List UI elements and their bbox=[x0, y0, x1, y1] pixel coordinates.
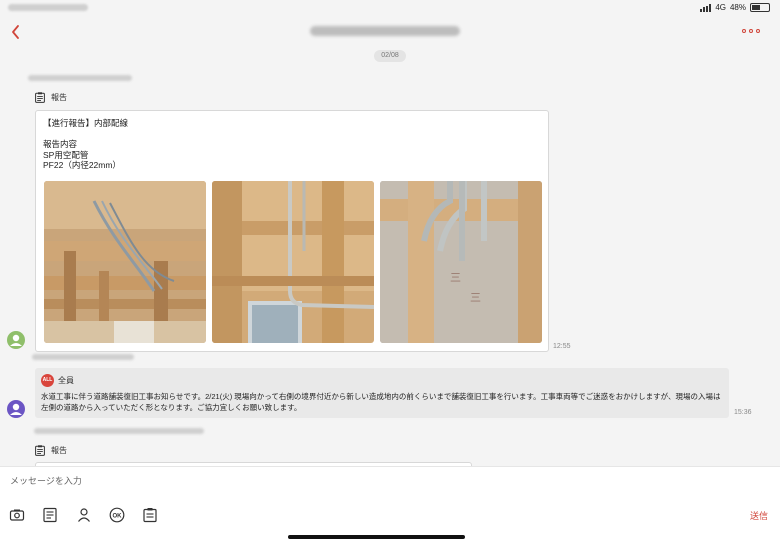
report-header: 報告 bbox=[35, 445, 67, 456]
more-dot-icon bbox=[742, 29, 746, 33]
network-type: 4G bbox=[715, 3, 726, 12]
message-input[interactable] bbox=[10, 476, 610, 486]
sender-name-blurred bbox=[28, 75, 132, 81]
battery-percent: 48% bbox=[729, 3, 746, 12]
send-button[interactable]: 送信 bbox=[750, 509, 768, 522]
sender-name-blurred bbox=[32, 354, 134, 360]
report-icon bbox=[35, 445, 45, 456]
all-members-badge: ALL bbox=[41, 374, 54, 387]
notice-message-bubble[interactable]: ALL 全員 水道工事に伴う道路舗装復旧工事お知らせです。2/21(火) 現場向… bbox=[35, 368, 729, 418]
report-photo[interactable] bbox=[212, 181, 374, 343]
report-icon bbox=[35, 92, 45, 103]
report-message-card[interactable]: 【進行報告】内部配線 報告内容 SP用空配管 PF22（内径22mm） 三 三 bbox=[35, 110, 549, 352]
home-indicator[interactable] bbox=[288, 535, 465, 539]
report-text: 【進行報告】内部配線 報告内容 SP用空配管 PF22（内径22mm） bbox=[43, 118, 128, 171]
audience-label: 全員 bbox=[58, 376, 74, 385]
avatar[interactable] bbox=[7, 331, 25, 349]
report-content-line: SP用空配管 bbox=[43, 149, 89, 160]
list-icon bbox=[43, 507, 57, 523]
more-dot-icon bbox=[756, 29, 760, 33]
battery-icon bbox=[750, 3, 770, 12]
battery-fill bbox=[752, 5, 760, 10]
user-avatar-icon bbox=[10, 334, 22, 346]
more-dot-icon bbox=[749, 29, 753, 33]
status-indicators: 4G 48% bbox=[700, 3, 770, 12]
chat-timeline[interactable]: 02/08 報告 【進行報告】内部配線 報告内容 SP用空配管 PF22（内径2… bbox=[0, 48, 780, 466]
report-photo[interactable] bbox=[44, 181, 206, 343]
report-type-label: 報告 bbox=[51, 93, 67, 102]
back-button[interactable] bbox=[8, 22, 24, 42]
status-bar: 4G 48% bbox=[0, 0, 780, 16]
status-time-blurred bbox=[8, 4, 88, 11]
person-icon bbox=[78, 508, 90, 522]
svg-text:三: 三 bbox=[450, 271, 461, 284]
report-timestamp: 12:55 bbox=[553, 343, 571, 350]
date-separator: 02/08 bbox=[374, 50, 406, 62]
report-title-line: 【進行報告】内部配線 bbox=[43, 118, 129, 128]
ceiling-conduit-photo bbox=[212, 181, 374, 343]
signal-icon bbox=[700, 3, 712, 12]
report-header: 報告 bbox=[35, 92, 67, 103]
chevron-left-icon bbox=[12, 25, 19, 39]
camera-icon bbox=[9, 509, 25, 521]
camera-button[interactable] bbox=[9, 507, 25, 523]
nav-bar bbox=[0, 16, 780, 48]
chat-title-blurred bbox=[310, 26, 460, 36]
report-icon bbox=[143, 508, 157, 523]
user-avatar-icon bbox=[10, 403, 22, 415]
report-photo[interactable]: 三 三 bbox=[380, 181, 542, 343]
report-content-line: PF22（内径22mm） bbox=[43, 160, 121, 170]
report-content-label: 報告内容 bbox=[43, 139, 78, 149]
avatar[interactable] bbox=[7, 400, 25, 418]
wall-pipes-photo: 三 三 bbox=[380, 181, 542, 343]
report-button[interactable] bbox=[142, 507, 158, 523]
more-options-button[interactable] bbox=[742, 29, 760, 33]
ok-stamp-button[interactable]: OK bbox=[109, 507, 125, 523]
template-button[interactable] bbox=[42, 507, 58, 523]
svg-text:三: 三 bbox=[470, 291, 481, 304]
contact-button[interactable] bbox=[76, 507, 92, 523]
ok-stamp-label: OK bbox=[113, 514, 123, 520]
notice-text: 水道工事に伴う道路舗装復旧工事お知らせです。2/21(火) 現場向かって右側の境… bbox=[41, 392, 721, 412]
ceiling-wiring-photo bbox=[44, 181, 206, 343]
ok-stamp-icon: OK bbox=[109, 507, 125, 523]
notice-timestamp: 15:36 bbox=[734, 409, 752, 416]
report-type-label: 報告 bbox=[51, 446, 67, 455]
message-composer: OK 送信 bbox=[0, 466, 780, 545]
sender-name-blurred bbox=[34, 428, 204, 434]
